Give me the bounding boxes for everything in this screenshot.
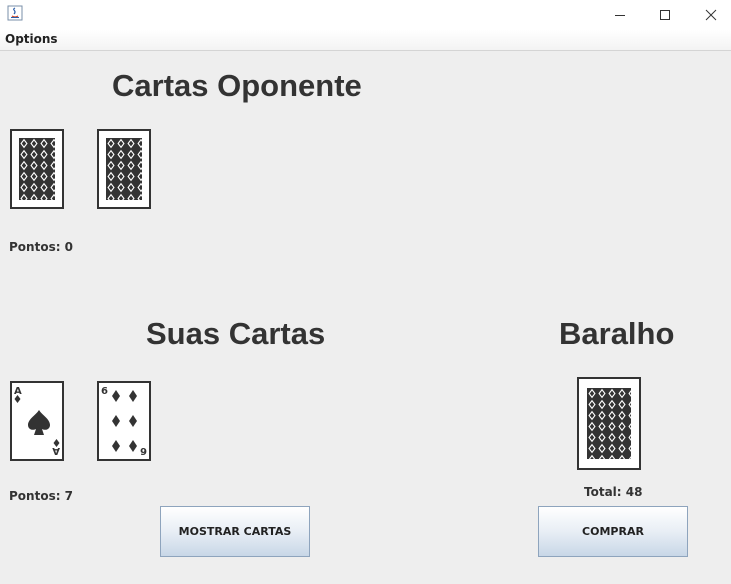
- card-back-pattern: [106, 138, 142, 200]
- buy-button[interactable]: COMPRAR: [538, 506, 688, 557]
- maximize-button[interactable]: [642, 0, 688, 30]
- card-rank: A: [52, 445, 60, 456]
- deck-card[interactable]: [577, 377, 641, 470]
- game-window: Options Cartas Oponente Pontos: 0 Suas C…: [0, 0, 731, 584]
- ace-of-spades-face: A A: [14, 386, 60, 456]
- maximize-icon: [660, 10, 670, 20]
- opponent-card-1: [10, 129, 64, 209]
- six-of-diamonds-face: 6 6: [101, 386, 147, 456]
- minimize-button[interactable]: [597, 0, 643, 30]
- card-rank: 6: [140, 445, 147, 456]
- card-back-pattern: [587, 388, 631, 459]
- opponent-points: Pontos: 0: [9, 240, 74, 254]
- card-rank: A: [14, 386, 22, 397]
- title-bar[interactable]: [0, 0, 731, 30]
- menu-options[interactable]: Options: [5, 32, 58, 46]
- menu-bar: Options: [0, 30, 731, 51]
- player-points: Pontos: 7: [9, 489, 74, 503]
- opponent-card-2: [97, 129, 151, 209]
- deck-total: Total: 48: [584, 485, 643, 499]
- player-heading: Suas Cartas: [146, 316, 326, 351]
- player-card-ace-of-spades: A A: [10, 381, 64, 461]
- opponent-heading: Cartas Oponente: [112, 68, 362, 103]
- player-card-six-of-diamonds: 6 6: [97, 381, 151, 461]
- card-rank: 6: [101, 386, 108, 397]
- close-button[interactable]: [688, 0, 731, 30]
- java-app-icon: [7, 5, 23, 21]
- minimize-icon: [615, 15, 625, 16]
- deck-heading: Baralho: [559, 316, 675, 351]
- close-icon: [705, 9, 717, 21]
- show-cards-button[interactable]: MOSTRAR CARTAS: [160, 506, 310, 557]
- card-back-pattern: [19, 138, 55, 200]
